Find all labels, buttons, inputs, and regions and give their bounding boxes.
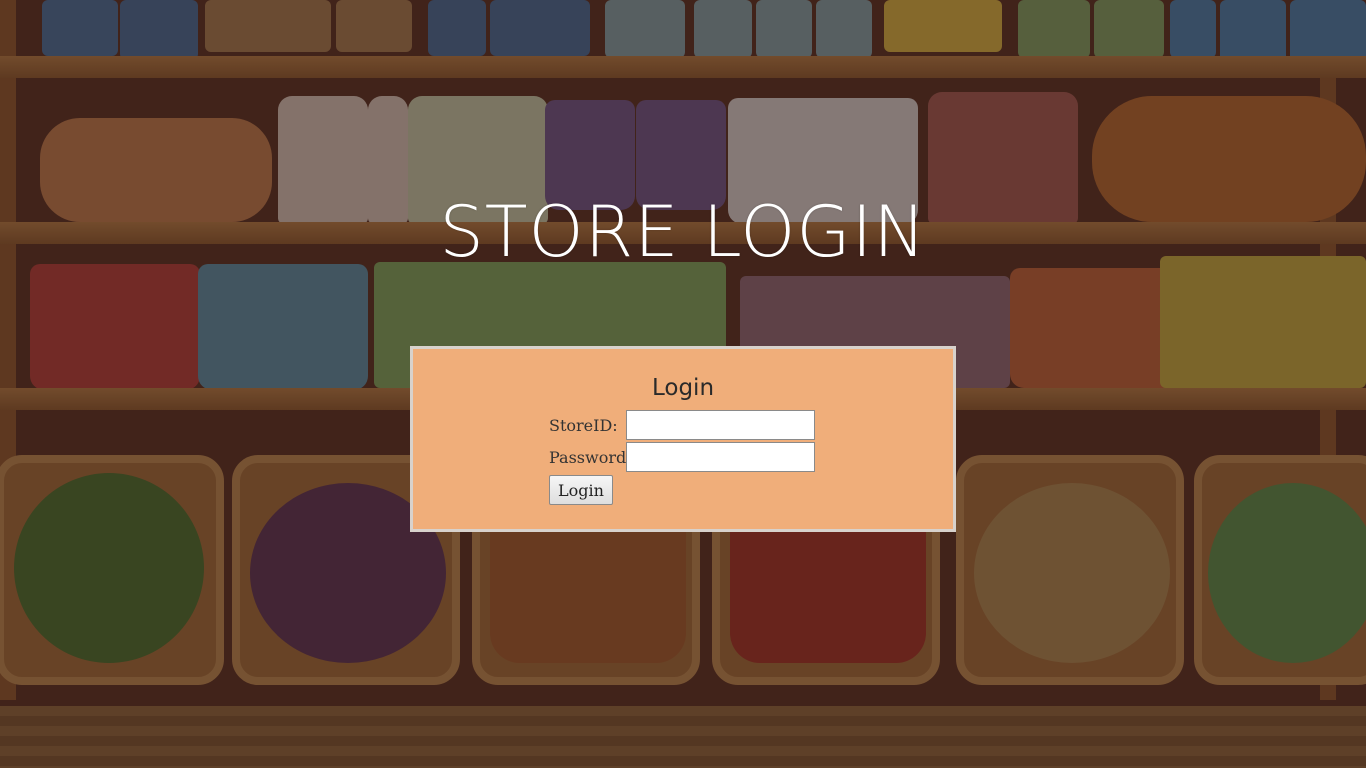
password-label: Password:	[549, 447, 632, 467]
store-id-input[interactable]	[626, 410, 815, 440]
page-title: STORE LOGIN	[439, 191, 927, 273]
store-id-row: StoreID:	[549, 410, 815, 440]
login-button[interactable]: Login	[549, 475, 613, 505]
store-id-label: StoreID:	[549, 415, 618, 435]
login-panel: Login StoreID: Password: Login	[410, 346, 956, 532]
login-heading: Login	[651, 375, 715, 401]
password-row: Password:	[549, 442, 815, 472]
password-input[interactable]	[626, 442, 815, 472]
